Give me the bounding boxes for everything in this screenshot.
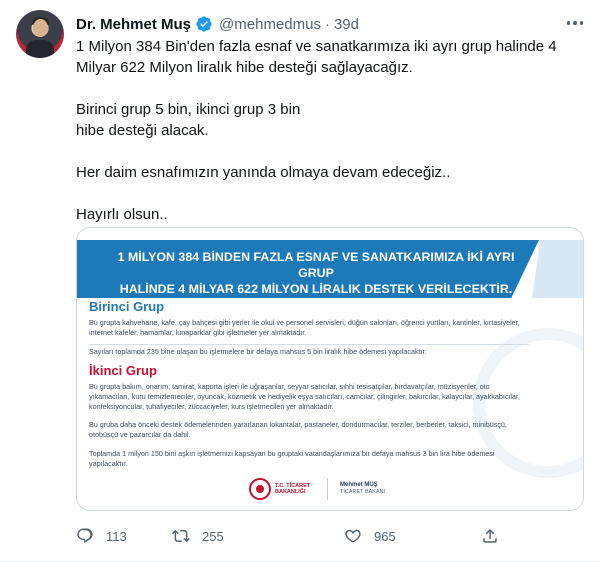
minister-signature: Mehmet MUŞ TİCARET BAKANI bbox=[340, 482, 385, 496]
tweet-line: Hayırlı olsun.. bbox=[76, 206, 168, 223]
avatar[interactable] bbox=[16, 10, 64, 58]
reply-icon bbox=[77, 528, 93, 543]
media-logos: T.C. TİCARET BAKANLIĞI Mehmet MUŞ TİCARE… bbox=[249, 474, 385, 504]
tweet-text: 1 Milyon 384 Bin'den fazla esnaf ve sana… bbox=[76, 36, 586, 225]
reply-count: 113 bbox=[106, 528, 127, 544]
tweet-header: Dr. Mehmet Muş @mehmedmus · 39d bbox=[76, 14, 359, 34]
author-handle[interactable]: @mehmedmus bbox=[219, 16, 321, 33]
share-icon bbox=[483, 528, 497, 543]
tweet-line: 1 Milyon 384 Bin'den fazla esnaf ve sana… bbox=[76, 38, 557, 55]
group2-note: Toplamda 1 milyon 150 bini aşkın işletme… bbox=[89, 448, 495, 468]
author-name[interactable]: Dr. Mehmet Muş bbox=[76, 16, 191, 33]
timestamp[interactable]: 39d bbox=[334, 16, 359, 33]
share-button[interactable] bbox=[481, 526, 499, 546]
group2-text2: Bu gruba daha önceki destek ödemelerinde… bbox=[89, 420, 507, 440]
like-button[interactable]: 965 bbox=[344, 526, 396, 546]
tweet-line: Birinci grup 5 bin, ikinci grup 3 bin bbox=[76, 101, 301, 118]
group2-text: Bu grupta bakım, onarım, tamirat, kaport… bbox=[89, 381, 521, 412]
ministry-logo-text: T.C. TİCARET BAKANLIĞI bbox=[275, 482, 311, 496]
media-content: Birinci Grup Bu grupta kahvehane, kafe, … bbox=[89, 294, 529, 469]
like-count: 965 bbox=[374, 528, 396, 544]
ministry-seal-icon bbox=[249, 478, 271, 500]
retweet-button[interactable]: 255 bbox=[172, 526, 224, 546]
group1-text: Bu grupta kahvehane, kafe, çay bahçesi g… bbox=[89, 318, 520, 338]
reply-button[interactable]: 113 bbox=[76, 526, 127, 546]
like-icon bbox=[345, 529, 361, 543]
tweet-line: Milyar 622 Milyon liralık hibe desteği s… bbox=[76, 59, 413, 76]
minister-name: Mehmet MUŞ bbox=[340, 482, 378, 488]
minister-title: TİCARET BAKANI bbox=[340, 489, 386, 495]
retweet-count: 255 bbox=[202, 528, 224, 544]
group1-note: Sayıları toplamda 235 bine ulaşan bu işl… bbox=[89, 347, 427, 357]
logo-divider bbox=[327, 478, 328, 500]
tweet-line: hibe desteği alacak. bbox=[76, 122, 209, 139]
banner-line: 1 MİLYON 384 BİNDEN FAZLA ESNAF VE SANAT… bbox=[117, 250, 515, 280]
separator-dot: · bbox=[324, 15, 330, 33]
tweet-line: Her daim esnafımızın yanında olmaya deva… bbox=[76, 164, 451, 181]
group2-title: İkinci Grup bbox=[89, 362, 157, 378]
verified-badge-icon bbox=[196, 16, 212, 32]
tweet[interactable]: Dr. Mehmet Muş @mehmedmus · 39d 1 Milyon… bbox=[0, 0, 600, 562]
media-banner: 1 MİLYON 384 BİNDEN FAZLA ESNAF VE SANAT… bbox=[77, 240, 539, 298]
more-icon[interactable] bbox=[562, 10, 588, 36]
group1-title: Birinci Grup bbox=[89, 299, 165, 314]
retweet-icon bbox=[172, 529, 190, 543]
tweet-media-image[interactable]: 1 MİLYON 384 BİNDEN FAZLA ESNAF VE SANAT… bbox=[76, 227, 584, 511]
divider bbox=[89, 344, 529, 346]
tweet-actions: 113 255 965 bbox=[76, 522, 506, 550]
